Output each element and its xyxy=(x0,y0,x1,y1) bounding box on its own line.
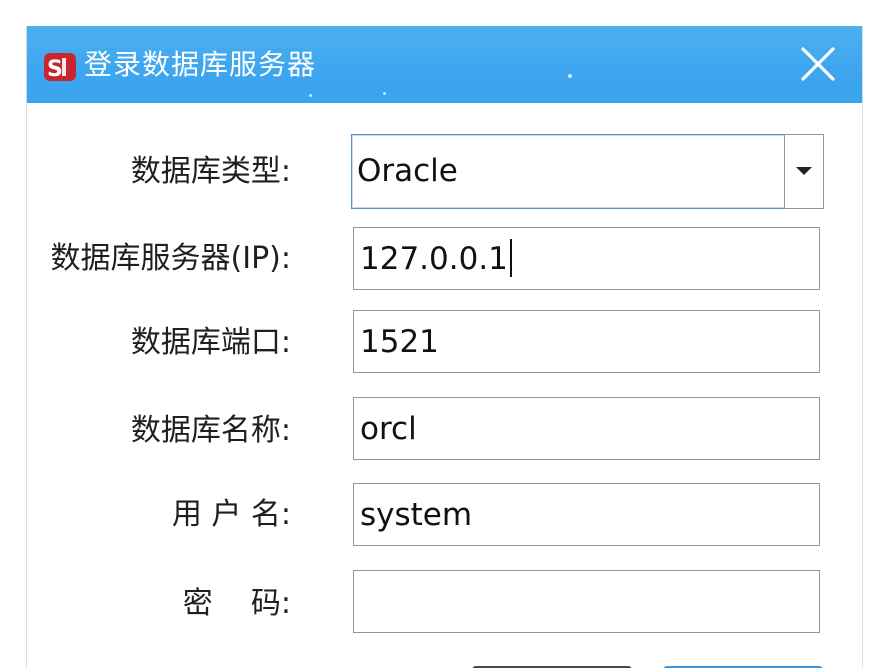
db-name-input[interactable]: orcl xyxy=(353,397,820,460)
close-button[interactable] xyxy=(797,43,839,85)
close-icon xyxy=(797,43,839,85)
title-sparkle xyxy=(568,74,572,78)
db-name-value: orcl xyxy=(360,411,417,447)
page: S 登录数据库服务器 数据库类型: 数据库服务器(IP): 数据库端口: 数据库… xyxy=(0,0,876,668)
db-server-value: 127.0.0.1 xyxy=(360,239,512,279)
db-server-input[interactable]: 127.0.0.1 xyxy=(353,227,820,290)
db-port-input[interactable]: 1521 xyxy=(353,310,820,373)
login-dialog: S 登录数据库服务器 数据库类型: 数据库服务器(IP): 数据库端口: 数据库… xyxy=(26,26,863,668)
db-type-value: Oracle xyxy=(357,153,458,189)
db-type-dropdown-button[interactable] xyxy=(784,134,824,209)
window-title: 登录数据库服务器 xyxy=(84,48,317,81)
username-label: 用 户 名: xyxy=(171,497,291,532)
text-caret xyxy=(509,239,512,277)
password-input[interactable] xyxy=(353,570,820,633)
db-type-label: 数据库类型: xyxy=(130,154,291,189)
title-sparkle xyxy=(309,94,312,97)
db-name-label: 数据库名称: xyxy=(130,413,291,448)
svg-text:S: S xyxy=(47,57,63,82)
db-type-select[interactable]: Oracle xyxy=(351,134,824,209)
title-sparkle xyxy=(383,92,386,95)
db-server-label: 数据库服务器(IP): xyxy=(50,241,291,276)
db-port-label: 数据库端口: xyxy=(130,325,291,360)
username-value: system xyxy=(360,497,473,533)
db-port-value: 1521 xyxy=(360,324,439,360)
title-bar[interactable]: S 登录数据库服务器 xyxy=(27,26,862,103)
app-logo-icon: S xyxy=(44,52,78,82)
password-label: 密 码: xyxy=(182,586,291,621)
username-input[interactable]: system xyxy=(353,483,820,546)
